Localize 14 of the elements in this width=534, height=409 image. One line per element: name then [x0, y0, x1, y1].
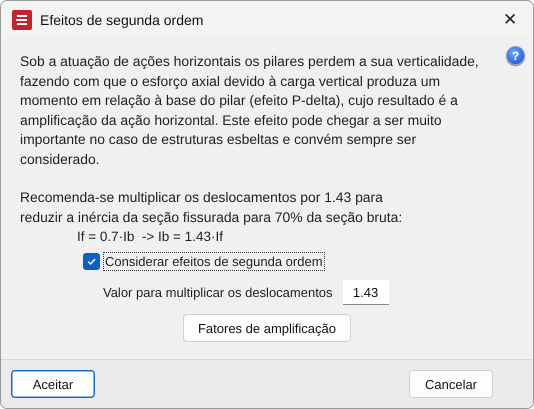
- window-title: Efeitos de segunda ordem: [40, 12, 204, 28]
- check-icon: [86, 256, 97, 267]
- description-text: Sob a atuação de ações horizontais os pilares perdem a sua verticalidade, fazendo com que o esforço axial devido à carga vertical produza um momento em relação à base do pilar (efeito P-delta), cujo resultado é a amplificação da ação horizontal. Este efeito pode chegar a ser muito importante no caso de estruturas esbeltas e convém sempre ser considerado.: [20, 52, 480, 168]
- amplification-button[interactable]: Fatores de amplificação: [182, 314, 351, 342]
- multiplier-field[interactable]: 1.43: [342, 280, 389, 305]
- multiplier-label: Valor para multiplicar os deslocamentos: [103, 285, 333, 300]
- recommendation-text: Recomenda-se multiplicar os deslocamentos por 1.43 para reduzir a inércia da seção fissurada para 70% da seção bruta:: [20, 188, 404, 227]
- checkbox-label[interactable]: Considerar efeitos de segunda ordem: [103, 252, 325, 271]
- formula-text: If = 0.7·Ib -> Ib = 1.43·If: [77, 228, 224, 246]
- accept-button[interactable]: Aceitar: [11, 370, 95, 398]
- close-button[interactable]: ✕: [487, 1, 533, 38]
- checkbox[interactable]: [83, 253, 100, 270]
- app-logo-icon: [12, 10, 32, 30]
- cancel-button[interactable]: Cancelar: [409, 370, 493, 398]
